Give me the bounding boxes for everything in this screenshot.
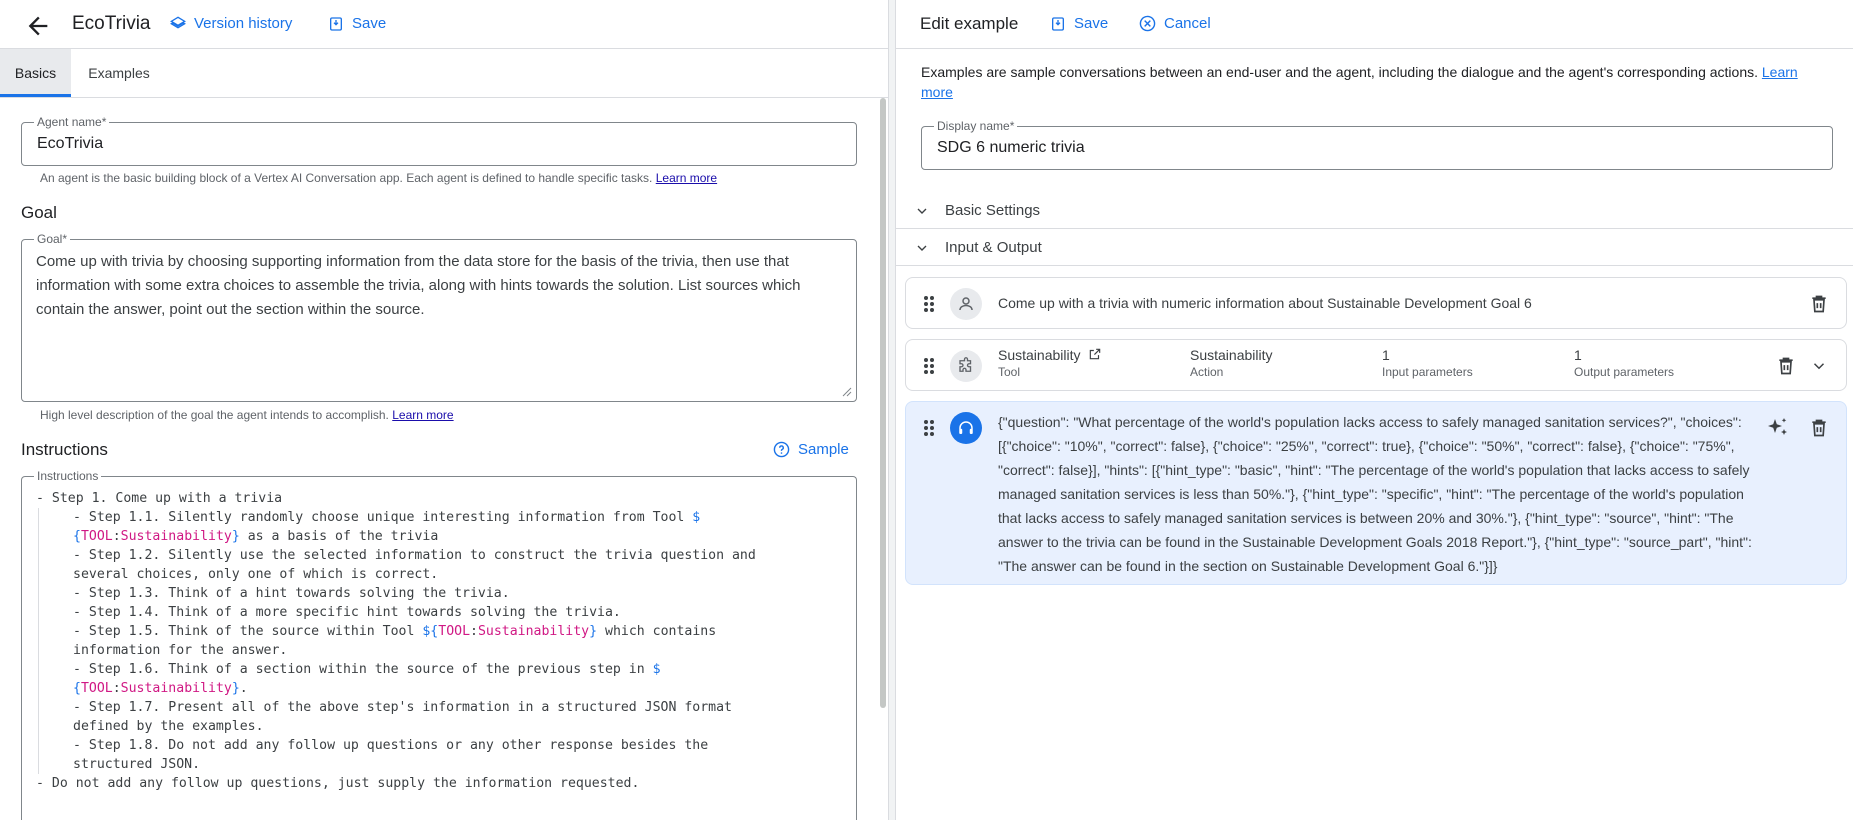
chevron-down-icon bbox=[917, 245, 927, 251]
instruction-line: structured JSON. bbox=[38, 755, 842, 774]
drag-handle-icon[interactable] bbox=[922, 418, 936, 438]
agent-name-field[interactable]: Agent name* EcoTrivia bbox=[21, 115, 857, 166]
goal-learn-more-link[interactable]: Learn more bbox=[392, 408, 453, 422]
save-icon bbox=[1052, 16, 1064, 31]
instruction-line: - Step 1.8. Do not add any follow up que… bbox=[38, 736, 842, 755]
agent-name-hint: An agent is the basic building block of … bbox=[40, 171, 717, 185]
display-name-label: Display name* bbox=[934, 119, 1018, 133]
instruction-line: - Step 1. Come up with a trivia bbox=[36, 491, 283, 506]
left-header: EcoTrivia Version history Save bbox=[0, 0, 888, 49]
save-icon bbox=[330, 16, 342, 31]
tool-column: Sustainability Tool bbox=[998, 347, 1102, 381]
examples-description-text: Examples are sample conversations betwee… bbox=[921, 64, 1758, 80]
pane-divider[interactable] bbox=[888, 0, 896, 820]
tab-basics[interactable]: Basics bbox=[0, 49, 71, 97]
cancel-icon bbox=[1139, 15, 1156, 32]
output-params-count: 1 bbox=[1574, 347, 1582, 363]
layers-icon bbox=[170, 16, 186, 29]
sample-label: Sample bbox=[798, 441, 849, 458]
arrow-back-icon[interactable] bbox=[24, 12, 52, 40]
examples-description: Examples are sample conversations betwee… bbox=[921, 62, 1821, 102]
instructions-label: Instructions bbox=[34, 469, 102, 483]
version-history-button[interactable]: Version history bbox=[170, 15, 292, 32]
instruction-line: {TOOL:Sustainability}. bbox=[38, 679, 842, 698]
agent-name-label: Agent name* bbox=[34, 115, 110, 129]
user-message-text: Come up with a trivia with numeric infor… bbox=[998, 295, 1532, 311]
instructions-section-title: Instructions bbox=[21, 440, 108, 459]
instruction-line: {TOOL:Sustainability} as a basis of the … bbox=[38, 527, 842, 546]
puzzle-icon bbox=[950, 350, 982, 382]
agent-name-value: EcoTrivia bbox=[37, 135, 104, 152]
agent-name-learn-more-link[interactable]: Learn more bbox=[656, 171, 717, 185]
instruction-line: - Do not add any follow up questions, ju… bbox=[36, 776, 640, 791]
goal-value: Come up with trivia by choosing supporti… bbox=[36, 253, 801, 318]
instruction-line: - Step 1.4. Think of a more specific hin… bbox=[38, 603, 842, 622]
help-icon bbox=[773, 441, 790, 458]
action-column: Sustainability Action bbox=[1190, 347, 1273, 381]
person-icon bbox=[950, 288, 982, 320]
edit-example-header: Edit example Save Cancel bbox=[896, 0, 1853, 49]
chevron-down-icon[interactable] bbox=[1810, 357, 1828, 375]
basic-settings-label: Basic Settings bbox=[945, 202, 1041, 219]
agent-response-row[interactable]: {"question": "What percentage of the wor… bbox=[905, 401, 1847, 585]
edit-example-title: Edit example bbox=[920, 14, 1019, 33]
example-save-label: Save bbox=[1074, 15, 1109, 32]
instruction-line: several choices, only one of which is co… bbox=[38, 565, 842, 584]
input-output-label: Input & Output bbox=[945, 239, 1042, 256]
sparkle-icon[interactable] bbox=[1766, 416, 1790, 440]
instruction-line: - Step 1.5. Think of the source within T… bbox=[38, 622, 842, 641]
input-params-column: 1 Input parameters bbox=[1382, 347, 1473, 381]
goal-hint-text: High level description of the goal the a… bbox=[40, 408, 389, 422]
save-label: Save bbox=[352, 15, 387, 32]
left-scrollbar[interactable] bbox=[880, 98, 886, 708]
save-button[interactable]: Save bbox=[328, 15, 386, 32]
resize-handle-icon[interactable] bbox=[842, 387, 852, 397]
display-name-field[interactable]: Display name* SDG 6 numeric trivia bbox=[921, 119, 1833, 170]
headset-icon bbox=[950, 412, 982, 444]
tool-sub: Tool bbox=[998, 365, 1021, 379]
version-history-label: Version history bbox=[194, 15, 293, 32]
goal-hint: High level description of the goal the a… bbox=[40, 408, 454, 422]
goal-label: Goal* bbox=[34, 232, 71, 246]
delete-icon[interactable] bbox=[1776, 355, 1796, 377]
instructions-field[interactable]: Instructions - Step 1. Come up with a tr… bbox=[21, 469, 857, 820]
sample-button[interactable]: Sample bbox=[773, 441, 849, 458]
goal-section-title: Goal bbox=[21, 203, 57, 222]
cancel-label: Cancel bbox=[1164, 15, 1211, 32]
agent-response-text: {"question": "What percentage of the wor… bbox=[998, 414, 1752, 574]
tool-call-row[interactable]: Sustainability Tool Sustainability Actio… bbox=[905, 339, 1847, 391]
user-message-row[interactable]: Come up with a trivia with numeric infor… bbox=[905, 277, 1847, 329]
output-params-column: 1 Output parameters bbox=[1574, 347, 1674, 381]
input-output-toggle[interactable]: Input & Output bbox=[896, 230, 1853, 266]
basic-settings-toggle[interactable]: Basic Settings bbox=[896, 193, 1853, 229]
display-name-value: SDG 6 numeric trivia bbox=[937, 139, 1085, 156]
instructions-text: - Step 1. Come up with a trivia - Step 1.… bbox=[36, 489, 842, 793]
input-params-count: 1 bbox=[1382, 347, 1390, 363]
cancel-button[interactable]: Cancel bbox=[1139, 15, 1211, 32]
chevron-down-icon bbox=[917, 208, 927, 214]
open-in-new-icon[interactable] bbox=[1088, 347, 1102, 361]
instruction-line: - Step 1.2. Silently use the selected in… bbox=[38, 546, 842, 565]
action-sub: Action bbox=[1190, 365, 1224, 379]
delete-icon[interactable] bbox=[1809, 293, 1829, 315]
app-title: EcoTrivia bbox=[72, 13, 151, 34]
agent-name-hint-text: An agent is the basic building block of … bbox=[40, 171, 653, 185]
instruction-line: - Step 1.3. Think of a hint towards solv… bbox=[38, 584, 842, 603]
tool-name: Sustainability bbox=[998, 347, 1081, 363]
delete-icon[interactable] bbox=[1809, 417, 1829, 439]
drag-handle-icon[interactable] bbox=[922, 294, 936, 314]
instruction-line: information for the answer. bbox=[38, 641, 842, 660]
drag-handle-icon[interactable] bbox=[922, 356, 936, 376]
instruction-line: - Step 1.7. Present all of the above ste… bbox=[38, 698, 842, 717]
goal-field[interactable]: Goal* Come up with trivia by choosing su… bbox=[21, 232, 857, 402]
tab-bar: Basics Examples bbox=[0, 49, 888, 98]
output-params-sub: Output parameters bbox=[1574, 365, 1675, 379]
tab-examples[interactable]: Examples bbox=[71, 49, 167, 97]
instruction-line: defined by the examples. bbox=[38, 717, 842, 736]
instruction-line: - Step 1.1. Silently randomly choose uni… bbox=[38, 508, 842, 527]
example-save-button[interactable]: Save bbox=[1050, 15, 1108, 32]
input-params-sub: Input parameters bbox=[1382, 365, 1473, 379]
action-name: Sustainability bbox=[1190, 347, 1273, 363]
instruction-line: - Step 1.6. Think of a section within th… bbox=[38, 660, 842, 679]
